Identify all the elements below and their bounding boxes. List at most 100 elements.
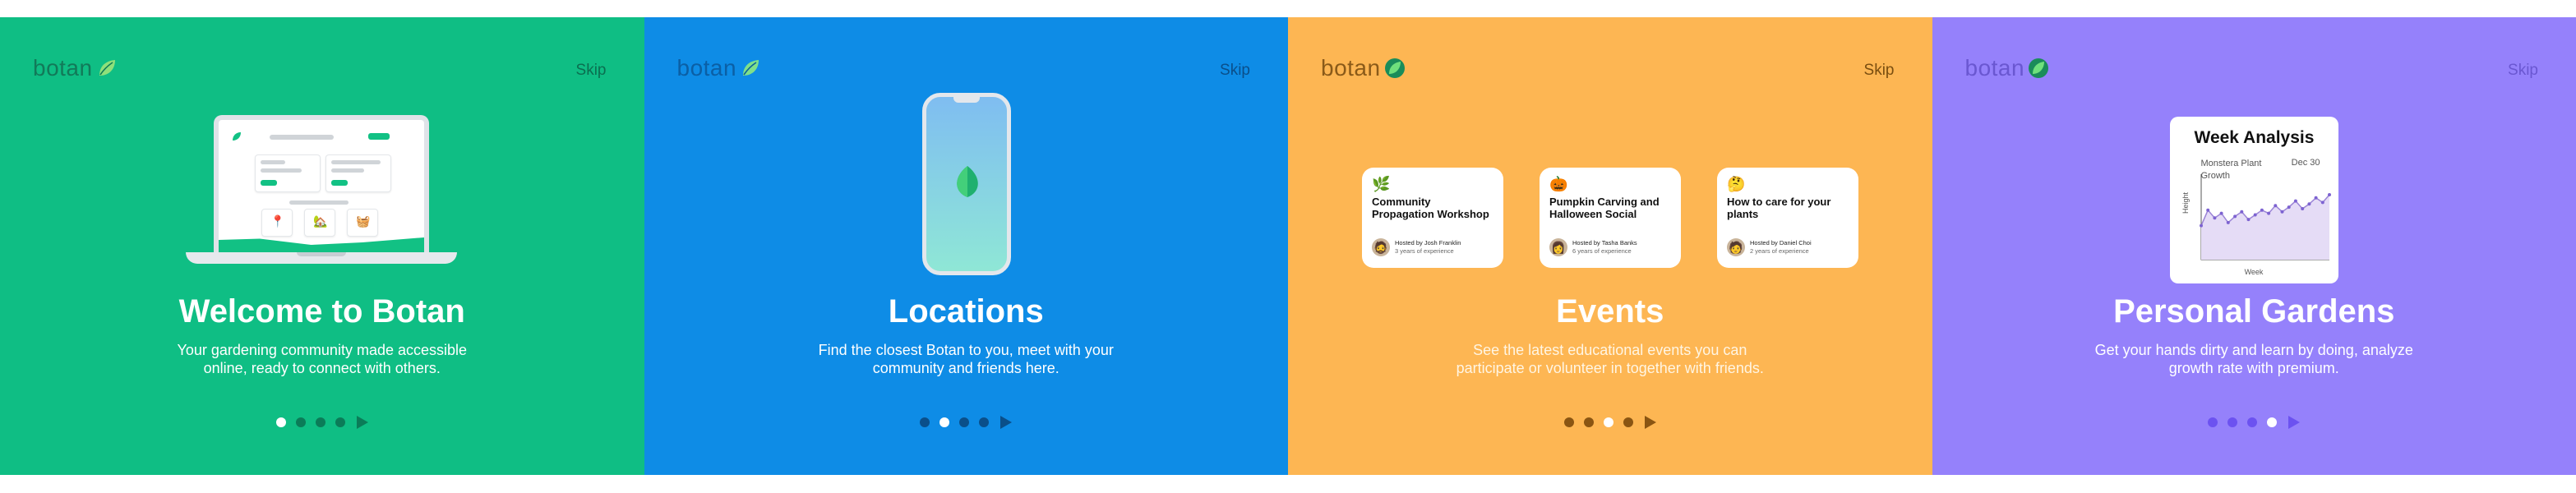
- skip-button[interactable]: Skip: [2508, 62, 2538, 80]
- chart-point: [2226, 220, 2230, 224]
- panel-title: Welcome to Botan: [178, 293, 465, 329]
- page-dot-4[interactable]: [335, 417, 345, 427]
- panel-description: Get your hands dirty and learn by doing,…: [2094, 342, 2413, 376]
- page-dot-1[interactable]: [275, 417, 286, 427]
- brand-name: botan: [1321, 55, 1381, 81]
- x-axis-label: Week: [2244, 268, 2264, 276]
- play-icon[interactable]: [1000, 416, 1013, 429]
- event-card[interactable]: 🤔 How to care for your plants 🧑 Hosted b…: [1717, 168, 1858, 268]
- chart-point: [2293, 199, 2297, 203]
- page-dot-3[interactable]: [2247, 417, 2258, 427]
- page-dot-4[interactable]: [1623, 417, 1633, 427]
- page-dot-2[interactable]: [295, 417, 306, 427]
- leaf-logo-icon: [2029, 58, 2049, 78]
- event-card[interactable]: 🎃 Pumpkin Carving and Halloween Social 👩…: [1540, 168, 1681, 268]
- event-title: How to care for your plants: [1727, 196, 1831, 220]
- growth-chart: [2199, 174, 2331, 260]
- page-indicator: [1563, 416, 1656, 429]
- panel-locations: botan Skip Locations Find the closest Bo…: [644, 17, 1288, 475]
- page-dot-2[interactable]: [939, 417, 950, 427]
- play-icon[interactable]: [356, 416, 368, 429]
- phone-illustration: [921, 93, 1011, 275]
- brand-name: botan: [1964, 55, 2025, 81]
- chart-point: [2219, 211, 2223, 215]
- pin-icon: 📍: [270, 214, 285, 228]
- brand-logo: botan: [677, 55, 762, 81]
- event-emoji: 🤔: [1727, 176, 1746, 192]
- laptop-illustration: 📍 🏡 🧺: [186, 115, 457, 271]
- brand-logo: botan: [33, 55, 118, 81]
- avatar: 🧑: [1727, 238, 1745, 256]
- panel-title: Locations: [888, 293, 1044, 329]
- chart-point: [2246, 218, 2250, 222]
- chart-point: [2232, 214, 2237, 219]
- event-title: Pumpkin Carving and Halloween Social: [1549, 196, 1660, 220]
- chart-point: [2205, 208, 2209, 212]
- page-indicator: [920, 416, 1013, 429]
- onboarding-strip: botan Skip 📍 🏡 🧺 Welcome to Botan Your g…: [0, 17, 2576, 475]
- brand-logo: botan: [1965, 55, 2050, 81]
- event-experience: 2 years of experience: [1750, 247, 1809, 255]
- play-icon[interactable]: [1644, 416, 1656, 429]
- event-host: Hosted by Tasha Banks: [1572, 239, 1637, 246]
- event-card[interactable]: 🌿 Community Propagation Workshop 🧔 Hoste…: [1362, 168, 1503, 268]
- chart-point: [2327, 193, 2331, 196]
- skip-button[interactable]: Skip: [1220, 62, 1250, 80]
- chart-point: [2260, 208, 2264, 212]
- watering-icon: 🧺: [356, 214, 371, 228]
- page-dot-3[interactable]: [959, 417, 970, 427]
- panel-description: Your gardening community made accessible…: [177, 342, 468, 376]
- card-title: Week Analysis: [2194, 128, 2315, 147]
- chart-point: [2300, 207, 2304, 210]
- week-analysis-card: Week Analysis Monstera Plant Growth Dec …: [2169, 117, 2338, 283]
- page-dot-1[interactable]: [920, 417, 930, 427]
- page-dot-3[interactable]: [315, 417, 325, 427]
- skip-button[interactable]: Skip: [576, 62, 607, 80]
- panel-welcome: botan Skip 📍 🏡 🧺 Welcome to Botan Your g…: [0, 17, 644, 475]
- panel-description: Find the closest Botan to you, meet with…: [818, 342, 1114, 376]
- page-dot-2[interactable]: [1583, 417, 1594, 427]
- page-dot-2[interactable]: [2227, 417, 2238, 427]
- page-dot-1[interactable]: [1563, 417, 1574, 427]
- chart-point: [2314, 196, 2318, 200]
- brand-logo: botan: [1321, 55, 1406, 81]
- page-dot-3[interactable]: [1603, 417, 1613, 427]
- skip-button[interactable]: Skip: [1864, 62, 1895, 80]
- event-title: Community Propagation Workshop: [1372, 196, 1489, 220]
- leaf-icon: [956, 166, 978, 197]
- panel-title: Events: [1556, 293, 1664, 329]
- page-indicator: [2208, 416, 2301, 429]
- leaf-logo-icon: [743, 60, 759, 76]
- chart-point: [2287, 205, 2291, 210]
- event-emoji: 🌿: [1372, 176, 1391, 192]
- panel-title: Personal Gardens: [2113, 293, 2395, 329]
- chart-point: [2273, 204, 2277, 208]
- leaf-logo-icon: [1384, 58, 1405, 78]
- event-experience: 3 years of experience: [1395, 247, 1454, 255]
- chart-point: [2239, 210, 2243, 214]
- house-icon: 🏡: [313, 214, 328, 228]
- avatar: 🧔: [1372, 238, 1390, 256]
- panel-description: See the latest educational events you ca…: [1456, 342, 1764, 376]
- play-icon[interactable]: [2288, 416, 2301, 429]
- page-dot-4[interactable]: [979, 417, 990, 427]
- chart-point: [2320, 200, 2324, 205]
- page-dot-4[interactable]: [2267, 417, 2278, 427]
- panel-personal-gardens: botan Skip Week Analysis Monstera Plant …: [1932, 17, 2576, 475]
- leaf-small-icon: [233, 132, 241, 141]
- chart-point: [2199, 223, 2203, 228]
- laptop-screen: 📍 🏡 🧺: [214, 115, 429, 255]
- chart-point: [2253, 213, 2257, 217]
- event-host: Hosted by Daniel Choi: [1750, 239, 1812, 246]
- event-experience: 6 years of experience: [1572, 247, 1632, 255]
- chart-point: [2280, 210, 2283, 214]
- chart-point: [2266, 211, 2270, 215]
- event-emoji: 🎃: [1549, 176, 1568, 192]
- brand-name: botan: [676, 55, 737, 81]
- page-indicator: [275, 416, 368, 429]
- chart-point: [2212, 216, 2216, 220]
- page-dot-1[interactable]: [2208, 417, 2218, 427]
- y-axis-label: Height: [2181, 191, 2190, 214]
- leaf-logo-icon: [99, 60, 115, 76]
- event-host: Hosted by Josh Franklin: [1395, 239, 1461, 246]
